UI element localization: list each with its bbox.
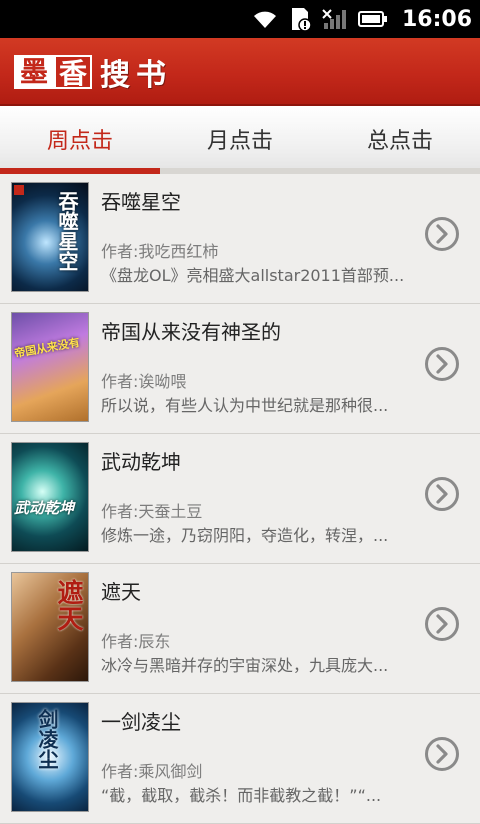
cover-title: 遮天 — [53, 579, 83, 631]
book-title: 遮天 — [101, 580, 141, 604]
book-cover: 吞噬星空 — [11, 182, 89, 292]
book-title: 帝国从来没有神圣的 — [101, 320, 281, 344]
book-author: 作者:乘风御剑 — [101, 762, 203, 781]
status-bar: 16:06 — [0, 0, 480, 38]
book-author: 作者:我吃西红柿 — [101, 242, 219, 261]
tab-total-clicks[interactable]: 总点击 — [320, 106, 480, 172]
battery-icon — [357, 11, 387, 27]
list-item[interactable]: 武动乾坤 武动乾坤 作者:天蚕土豆 修炼一途，乃窃阴阳，夺造化，转涅，... — [0, 434, 480, 564]
logo-char-right: 香 — [54, 55, 92, 90]
book-description: 所以说，有些人认为中世纪就是那种很... — [101, 396, 389, 415]
cover-title: 帝国从来没有 — [13, 335, 81, 361]
book-list: 吞噬星空 吞噬星空 作者:我吃西红柿 《盘龙OL》亮相盛大allstar2011… — [0, 174, 480, 824]
logo-char-left: 墨 — [14, 55, 54, 89]
list-item[interactable]: 遮天 遮天 作者:辰东 冰冷与黑暗并存的宇宙深处，九具庞大... — [0, 564, 480, 694]
chevron-right-icon[interactable] — [424, 346, 460, 382]
chevron-right-icon[interactable] — [424, 606, 460, 642]
app-logo: 墨 香 搜书 — [14, 53, 172, 93]
book-description: 修炼一途，乃窃阴阳，夺造化，转涅，... — [101, 526, 389, 545]
book-description: 冰冷与黑暗并存的宇宙深处，九具庞大... — [101, 656, 389, 675]
book-cover: 帝国从来没有 — [11, 312, 89, 422]
wifi-icon — [253, 11, 276, 28]
chevron-right-icon[interactable] — [424, 736, 460, 772]
sd-card-icon — [291, 8, 312, 32]
book-title: 武动乾坤 — [101, 450, 181, 474]
list-item[interactable]: 帝国从来没有 帝国从来没有神圣的 作者:诶呦喂 所以说，有些人认为中世纪就是那种… — [0, 304, 480, 434]
chevron-right-icon[interactable] — [424, 216, 460, 252]
book-title: 吞噬星空 — [101, 190, 181, 214]
cover-title: 吞噬星空 — [55, 191, 79, 271]
book-author: 作者:天蚕土豆 — [101, 502, 203, 521]
logo-box: 墨 香 — [14, 55, 92, 90]
book-cover: 剑凌尘 — [11, 702, 89, 812]
app-header: 墨 香 搜书 — [0, 38, 480, 106]
chevron-right-icon[interactable] — [424, 476, 460, 512]
status-icons: 16:06 — [252, 0, 472, 38]
book-cover: 武动乾坤 — [11, 442, 89, 552]
book-description: “截，截取，截杀！而非截教之截！”“... — [101, 786, 382, 805]
book-cover: 遮天 — [11, 572, 89, 682]
signal-icon — [322, 9, 346, 29]
cover-title: 剑凌尘 — [35, 709, 59, 769]
list-item[interactable]: 吞噬星空 吞噬星空 作者:我吃西红柿 《盘龙OL》亮相盛大allstar2011… — [0, 174, 480, 304]
book-author: 作者:辰东 — [101, 632, 171, 651]
book-author: 作者:诶呦喂 — [101, 372, 187, 391]
logo-text: 搜书 — [100, 58, 172, 93]
status-time: 16:06 — [401, 6, 472, 32]
tab-monthly-clicks[interactable]: 月点击 — [160, 106, 320, 172]
list-item[interactable]: 剑凌尘 一剑凌尘 作者:乘风御剑 “截，截取，截杀！而非截教之截！”“... — [0, 694, 480, 824]
tab-bar: 周点击 月点击 总点击 — [0, 106, 480, 172]
book-description: 《盘龙OL》亮相盛大allstar2011首部预... — [101, 266, 405, 285]
book-title: 一剑凌尘 — [101, 710, 181, 734]
cover-title: 武动乾坤 — [14, 499, 75, 517]
tab-weekly-clicks[interactable]: 周点击 — [0, 106, 160, 172]
